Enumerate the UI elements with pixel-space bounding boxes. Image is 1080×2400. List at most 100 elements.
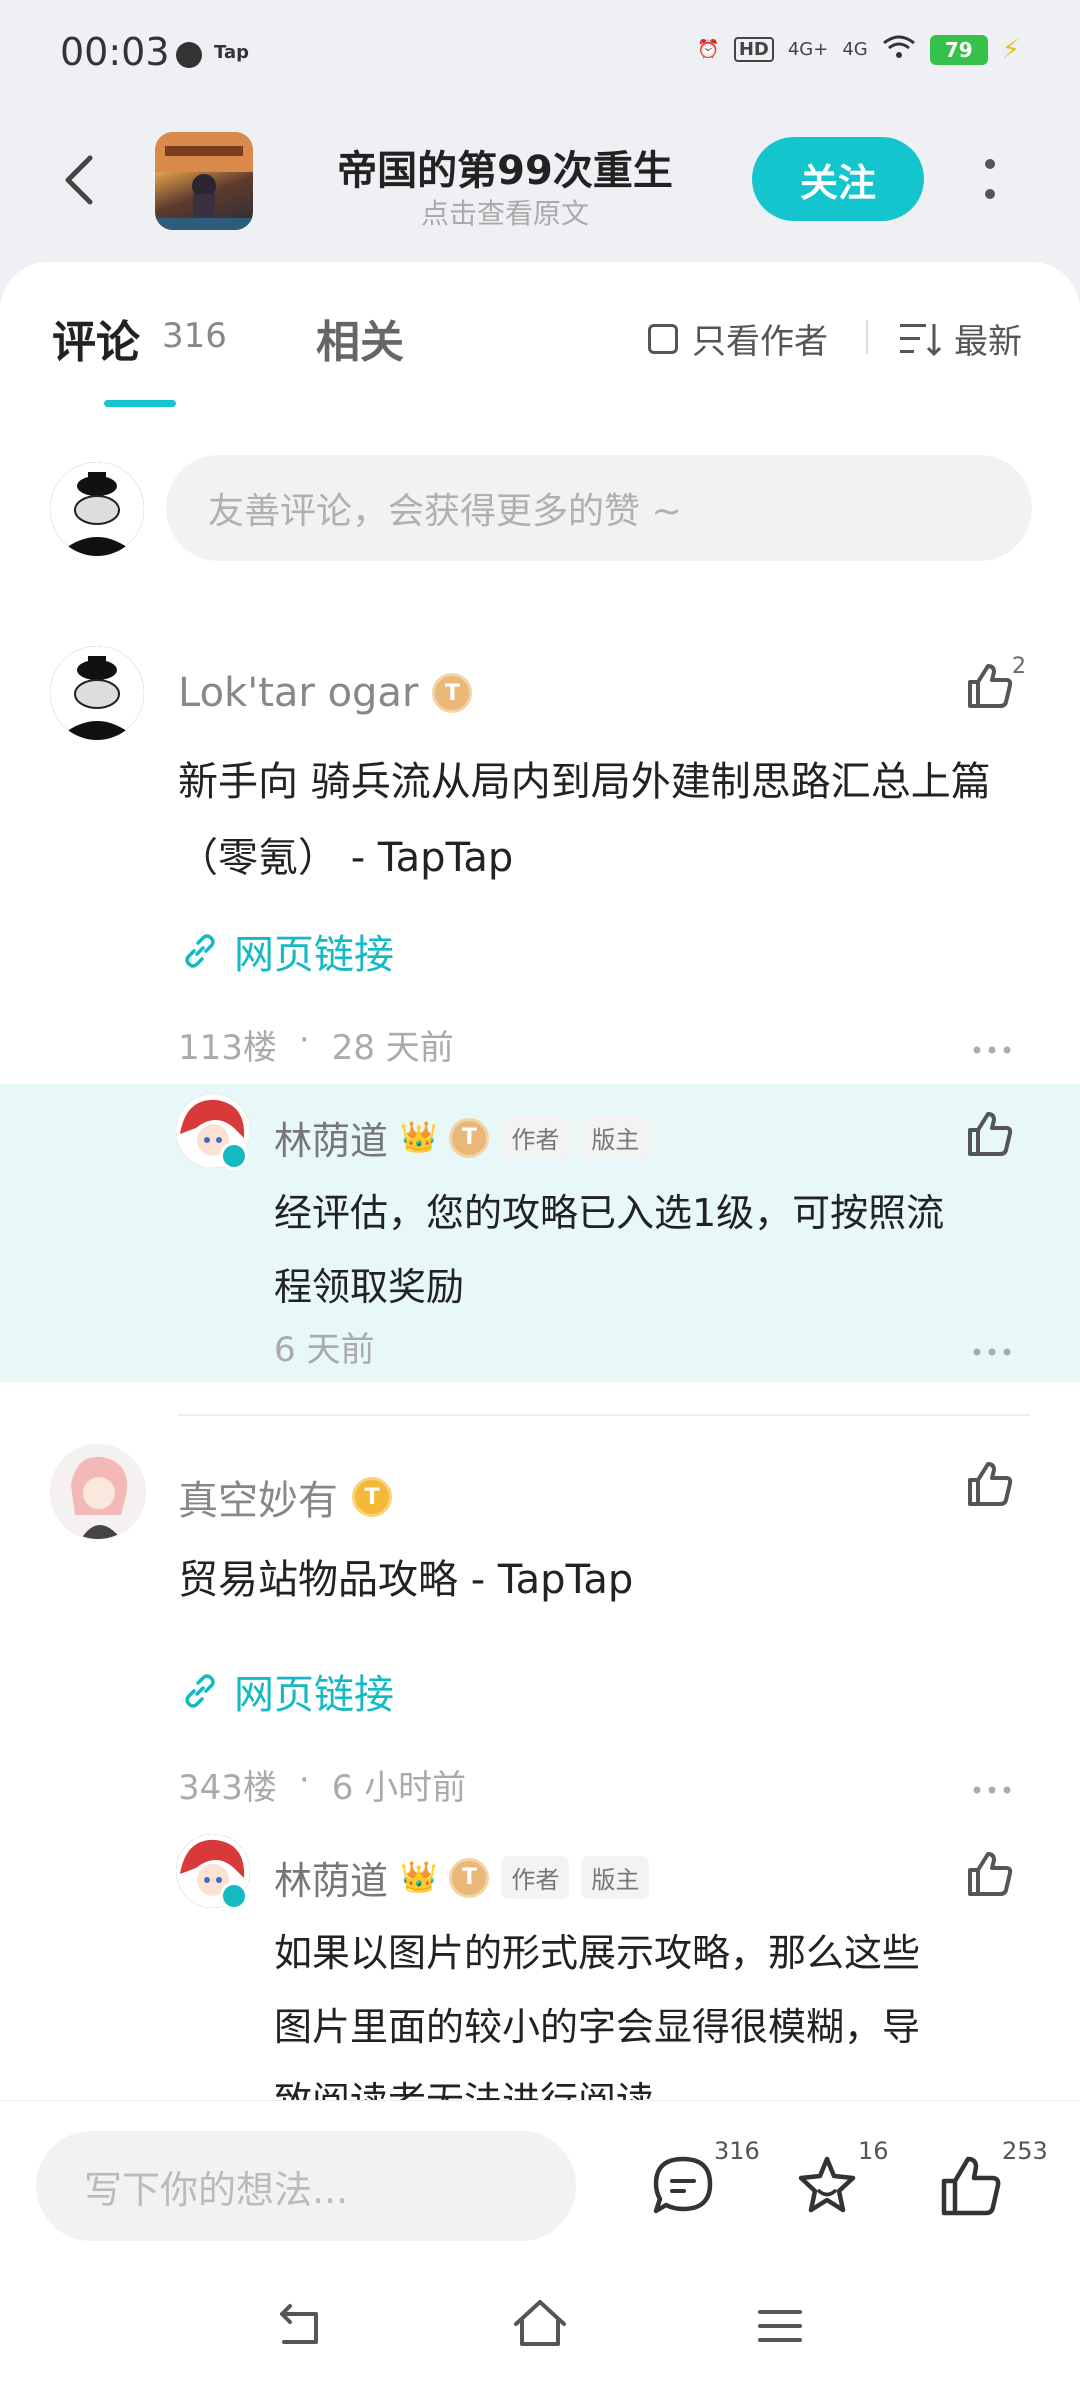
thumbs-up-icon	[968, 1112, 1013, 1156]
web-link[interactable]: 网页链接	[180, 1662, 394, 1720]
comment-divider	[178, 1414, 1030, 1416]
comment-avatar[interactable]	[50, 1444, 146, 1540]
comment-like-button[interactable]	[964, 1458, 1024, 1518]
tab-related[interactable]: 相关	[316, 306, 404, 370]
author-badge: 作者	[501, 1116, 570, 1159]
comments-button[interactable]	[650, 2153, 720, 2223]
chat-bubble-icon	[653, 2156, 713, 2214]
system-nav-bar	[0, 2250, 1080, 2400]
reply-text: 经评估，您的攻略已入选1级，可按照流	[274, 1191, 945, 1235]
floor-number: 113楼	[178, 1028, 277, 1068]
comment-header: 真空妙有 T	[178, 1468, 392, 1526]
alarm-icon: ⏰	[697, 39, 720, 60]
status-time: 00:03	[60, 30, 170, 74]
verified-icon	[220, 1882, 248, 1910]
sort-label: 最新	[954, 322, 1022, 362]
thumbs-up-icon	[968, 664, 1013, 708]
level-badge-icon: T	[449, 1117, 490, 1158]
reply-header: 林荫道 👑 T 作者 版主	[274, 1110, 650, 1165]
network-4g-label: 4G	[842, 39, 868, 60]
back-button[interactable]	[56, 150, 108, 210]
reply-text: 致阅读者无法进行阅读	[274, 2064, 654, 2100]
level-badge-icon: T	[352, 1477, 392, 1517]
verified-icon	[220, 1142, 248, 1170]
comment-text: （零氪） - TapTap	[178, 835, 514, 881]
comment-like-count: 2	[1012, 654, 1026, 679]
back-arrow-icon	[65, 155, 93, 205]
comment-time: 28 天前	[331, 1028, 454, 1068]
follow-button[interactable]: 关注	[752, 137, 924, 221]
more-horizontal-icon	[973, 1348, 1011, 1356]
thumbs-up-icon	[941, 2156, 1001, 2216]
more-vertical-icon	[985, 159, 995, 199]
sort-icon	[900, 323, 942, 356]
comment-avatar[interactable]	[50, 646, 144, 740]
comment-meta: 343楼 · 6 小时前	[178, 1760, 467, 1808]
thumbs-up-icon	[968, 1462, 1013, 1506]
crown-badge-icon: 👑	[400, 1860, 438, 1895]
nav-home-button[interactable]	[510, 2294, 570, 2354]
only-author-label: 只看作者	[692, 322, 828, 362]
comment-time: 6 小时前	[331, 1768, 467, 1808]
reply-text: 图片里面的较小的字会显得很模糊，导	[274, 2005, 921, 2049]
web-link-label: 网页链接	[234, 1672, 394, 1718]
write-comment-input[interactable]: 写下你的想法...	[36, 2131, 576, 2241]
comment-meta: 113楼 · 28 天前	[178, 1020, 454, 1068]
checkbox-icon[interactable]	[648, 323, 678, 354]
author-badge: 作者	[501, 1856, 570, 1899]
only-author-toggle[interactable]: 只看作者	[648, 314, 828, 363]
like-button[interactable]	[938, 2153, 1008, 2223]
reply-more-button[interactable]	[972, 1342, 1012, 1356]
more-horizontal-icon	[973, 1046, 1011, 1054]
thumbs-up-icon	[968, 1852, 1013, 1896]
filter-divider	[866, 320, 868, 354]
comment-header: Lok'tar ogar T	[178, 670, 473, 716]
favorite-button[interactable]	[794, 2153, 864, 2223]
active-tab-indicator	[104, 400, 176, 407]
comments-count-badge: 316	[714, 2137, 760, 2165]
reply-like-button[interactable]	[964, 1108, 1024, 1168]
my-avatar[interactable]	[50, 462, 144, 556]
link-icon	[185, 1674, 215, 1708]
nav-menu-button[interactable]	[750, 2296, 810, 2356]
battery-icon: 79	[929, 34, 988, 65]
like-count-badge: 253	[1002, 2137, 1048, 2165]
menu-icon	[758, 2310, 802, 2342]
web-link[interactable]: 网页链接	[180, 922, 394, 980]
web-link-label: 网页链接	[234, 932, 394, 978]
status-right-icons: ⏰ HD 4G+ 4G 79 ⚡	[697, 34, 1020, 65]
more-horizontal-icon	[973, 1786, 1011, 1794]
moderator-badge: 版主	[581, 1116, 650, 1159]
reply-like-button[interactable]	[964, 1848, 1024, 1908]
reply-time: 6 天前	[274, 1330, 375, 1370]
game-icon[interactable]	[155, 132, 253, 230]
reply-username[interactable]: 林荫道	[274, 1850, 388, 1905]
level-badge-icon: T	[432, 673, 473, 713]
nav-back-button[interactable]	[270, 2296, 330, 2356]
wifi-icon	[882, 34, 916, 65]
tap-notification-label: Tap	[214, 42, 249, 63]
comment-text: 新手向 骑兵流从局内到局外建制思路汇总上篇	[178, 759, 991, 805]
tab-comments[interactable]: 评论	[52, 306, 140, 370]
comments-sheet: 评论 316 相关 只看作者 最新 友善评论，会获得更多的赞 ~ Lok'tar…	[0, 262, 1080, 2100]
crown-badge-icon: 👑	[400, 1120, 438, 1155]
comment-more-button[interactable]	[972, 1780, 1012, 1794]
star-icon	[798, 2156, 856, 2213]
page-title[interactable]: 帝国的第99次重生	[310, 138, 700, 196]
status-bar: 00:03 Tap ⏰ HD 4G+ 4G 79 ⚡	[0, 0, 1080, 110]
nav-back-icon	[280, 2304, 318, 2344]
reply-header: 林荫道 👑 T 作者 版主	[274, 1850, 650, 1905]
floor-number: 343楼	[178, 1768, 277, 1808]
comment-input[interactable]: 友善评论，会获得更多的赞 ~	[166, 455, 1032, 561]
comment-more-button[interactable]	[972, 1040, 1012, 1054]
hd-icon: HD	[733, 37, 774, 62]
view-original-link[interactable]: 点击查看原文	[310, 192, 700, 232]
comment-username[interactable]: 真空妙有	[178, 1468, 338, 1526]
sort-button[interactable]: 最新	[900, 314, 1022, 363]
comment-text: 贸易站物品攻略 - TapTap	[178, 1557, 634, 1603]
comment-username[interactable]: Lok'tar ogar	[178, 670, 418, 716]
reply-username[interactable]: 林荫道	[274, 1110, 388, 1165]
globe-icon	[176, 42, 202, 68]
bottom-action-bar: 写下你的想法... 316 16 253	[0, 2100, 1080, 2251]
more-options-button[interactable]	[980, 158, 1000, 202]
